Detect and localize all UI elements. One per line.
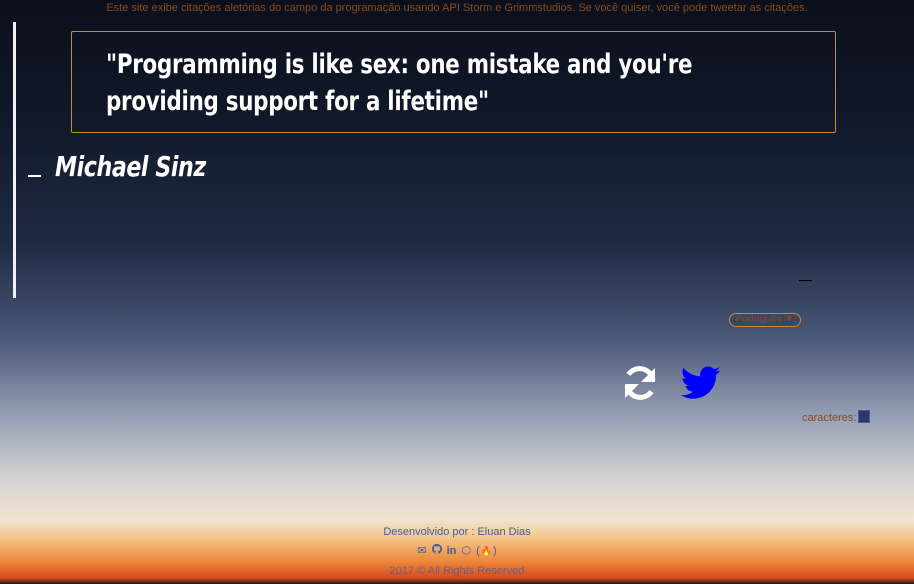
twitter-icon [680,366,721,399]
github-icon[interactable] [431,544,442,557]
codepen-icon[interactable]: ⬡ [461,544,471,557]
intro-text: Este site exibe citações aletórias do ca… [106,2,808,14]
envelope-icon[interactable]: ✉ [417,544,426,557]
refresh-icon [624,366,656,400]
quote-box: "Programming is like sex: one mistake an… [71,31,836,133]
language-select[interactable]: Português ▼ [729,313,801,327]
characters-count-box [858,410,871,423]
social-links: ✉ in ⬡ (🔥) [0,544,914,557]
characters-label: caracteres: [802,412,857,424]
quote-text: "Programming is like sex: one mistake an… [106,49,693,117]
footer: Desenvolvido por : Eluan Dias ✉ in ⬡ (🔥)… [0,525,914,577]
fire-icon[interactable]: (🔥) [476,545,497,557]
new-quote-button[interactable] [620,363,660,403]
tweet-button[interactable] [680,366,721,400]
linkedin-icon[interactable]: in [447,545,457,557]
quote-border-line [13,22,16,298]
copyright-text: 2017 © All Rights Reserved [389,565,525,577]
characters-counter: caracteres: [802,410,871,424]
quote-author: Michael Sinz [55,150,206,183]
divider-dash [799,280,812,281]
author-dash [28,175,41,177]
developer-credit[interactable]: Desenvolvido por : Eluan Dias [0,526,914,538]
